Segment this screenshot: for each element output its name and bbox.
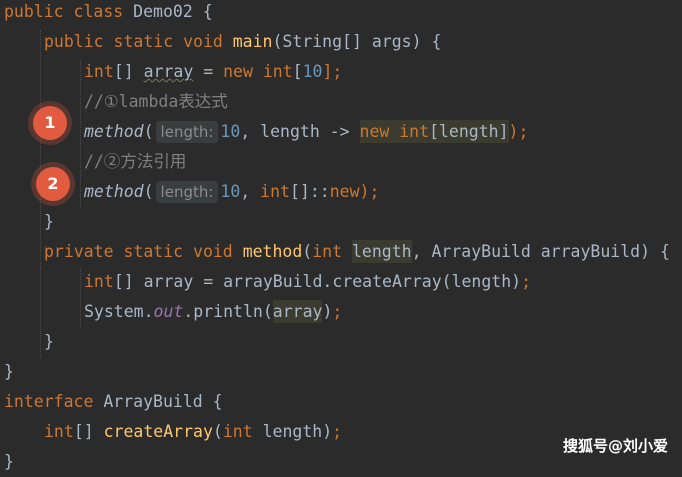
code-line[interactable]: int[] array = arrayBuild.createArray(len…: [84, 267, 531, 297]
closing-brace: }: [44, 332, 54, 351]
indent-guide: [80, 268, 81, 328]
closing-brace: }: [4, 452, 14, 471]
method-call: method: [84, 122, 144, 141]
number: 10: [220, 122, 241, 141]
keyword: int: [84, 62, 114, 81]
keyword: public static void: [44, 32, 223, 51]
code-token: ,: [240, 182, 261, 201]
code-line[interactable]: method(length: 10, length -> new int[leng…: [84, 117, 528, 147]
code-token: []: [113, 62, 144, 81]
code-token: ;: [332, 422, 343, 441]
code-line[interactable]: }: [44, 207, 54, 237]
code-token: (: [212, 422, 223, 441]
static-field: out: [153, 302, 184, 321]
code-token: =: [193, 62, 224, 81]
code-line[interactable]: }: [44, 327, 54, 357]
code-line[interactable]: private static void method(int length, A…: [44, 237, 670, 267]
code-token: (: [143, 122, 154, 141]
parameter: length: [351, 240, 412, 263]
keyword: int: [312, 242, 343, 261]
indent-guide: [40, 268, 41, 358]
keyword: int: [260, 182, 290, 201]
code-line[interactable]: method(length: 10, int[]::new);: [84, 177, 379, 207]
code-token: (: [302, 242, 313, 261]
code-line[interactable]: }: [4, 357, 14, 387]
code-token: [length]: [429, 122, 509, 141]
code-token: (: [143, 182, 154, 201]
variable: array: [272, 300, 323, 323]
code-token: []: [73, 422, 104, 441]
code-token: []::: [289, 182, 330, 201]
keyword: interface: [4, 392, 94, 411]
signature: (String[] args) {: [272, 32, 442, 51]
method-name: createArray: [103, 422, 213, 441]
code-line[interactable]: public static void main(String[] args) {: [44, 27, 441, 57]
code-line[interactable]: System.out.println(array);: [84, 297, 342, 327]
closing-brace: }: [4, 362, 14, 381]
code-token: length): [252, 422, 333, 441]
code-token: ): [322, 302, 333, 321]
code-line[interactable]: //②方法引用: [84, 147, 186, 177]
class-name: Demo02 {: [123, 2, 213, 21]
code-token: [: [292, 62, 303, 81]
code-editor[interactable]: public class Demo02 { public static void…: [0, 0, 682, 471]
comment: //②方法引用: [84, 152, 187, 171]
keyword: public class: [4, 2, 124, 21]
indent-guide: [80, 60, 81, 208]
step-badge-1: 1: [33, 106, 67, 140]
comment: //①lambda表达式: [84, 92, 228, 111]
method-name: main: [232, 32, 273, 51]
code-line[interactable]: public class Demo02 {: [4, 0, 213, 27]
keyword: int: [44, 422, 74, 441]
keyword: private static void: [44, 242, 233, 261]
closing-brace: }: [44, 212, 54, 231]
keyword: new int: [359, 122, 430, 141]
code-line[interactable]: int[] array = new int[10];: [84, 57, 342, 87]
parameter-hint: length:: [155, 121, 219, 143]
variable: array: [143, 62, 194, 81]
keyword: int: [222, 422, 253, 441]
code-token: .println(: [183, 302, 273, 321]
keyword: int: [84, 272, 114, 291]
code-line[interactable]: interface ArrayBuild {: [4, 387, 223, 417]
parameter-hint: length:: [155, 181, 219, 203]
code-token: );: [508, 122, 529, 141]
method-name: method: [242, 242, 303, 261]
code-line[interactable]: //①lambda表达式: [84, 87, 228, 117]
indent-guide: [40, 30, 41, 268]
interface-name: ArrayBuild {: [93, 392, 223, 411]
number: 10: [302, 62, 323, 81]
code-token: [] array = arrayBuild.createArray(length…: [113, 272, 522, 291]
step-badge-2: 2: [36, 167, 70, 201]
number: 10: [220, 182, 241, 201]
code-token: );: [359, 182, 380, 201]
keyword: new int: [223, 62, 293, 81]
code-token: System.: [84, 302, 154, 321]
code-line[interactable]: }: [4, 447, 14, 477]
method-call: method: [84, 182, 144, 201]
code-token: ];: [322, 62, 343, 81]
code-token: , length ->: [240, 122, 360, 141]
code-token: , ArrayBuild arrayBuild) {: [411, 242, 670, 261]
keyword: new: [329, 182, 360, 201]
code-token: ;: [332, 302, 343, 321]
watermark: 搜狐号@刘小爱: [562, 437, 668, 455]
code-token: ;: [521, 272, 532, 291]
code-line[interactable]: int[] createArray(int length);: [44, 417, 342, 447]
